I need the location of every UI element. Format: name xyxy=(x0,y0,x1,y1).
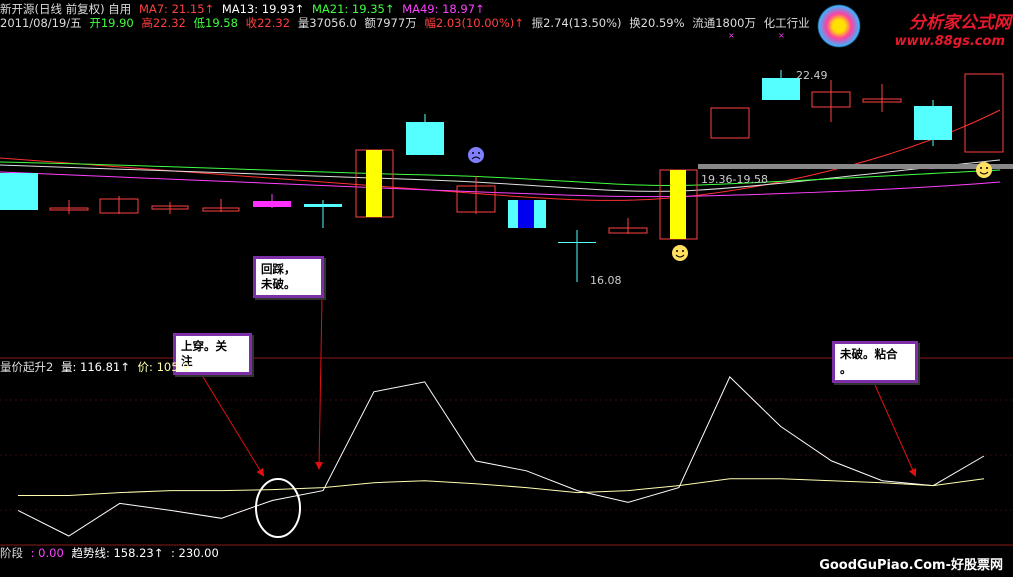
float-label: 流通1800万 xyxy=(692,16,756,30)
smiley-icon xyxy=(976,162,992,178)
price-range-label: 19.36-19.58 xyxy=(701,173,768,186)
change-label: 幅2.03(10.00%)↑ xyxy=(424,16,524,30)
extra-label: : 230.00 xyxy=(171,546,219,560)
stage-value: : 0.00 xyxy=(30,546,64,560)
arrow-2 xyxy=(199,371,265,477)
indicator1-vol: 量: 116.81↑ xyxy=(60,360,130,374)
note-retrace: 回踩， 未破。 xyxy=(253,256,324,298)
sad-face-icon xyxy=(468,147,484,163)
chart-canvas: × × xyxy=(0,31,1013,546)
price-series-line xyxy=(18,478,985,496)
ma13-label: MA13: 19.93↑ xyxy=(221,2,305,16)
note-merge: 未破。粘合 。 xyxy=(832,341,918,383)
low-label: 低19.58 xyxy=(193,16,238,30)
ma49-label: MA49: 18.97↑ xyxy=(402,2,485,16)
high-label: 高22.32 xyxy=(141,16,186,30)
highlight-circle xyxy=(255,478,301,538)
vol-series-line xyxy=(17,376,985,537)
flower-logo-icon xyxy=(817,4,861,48)
logo-text: 分析家公式网 xyxy=(909,13,1011,33)
trend-label: 趋势线: 158.23↑ xyxy=(71,546,164,560)
arrow-1 xyxy=(315,297,324,470)
stage-label: 阶段 xyxy=(0,546,23,560)
price-low-label: 16.08 xyxy=(590,274,622,287)
stock-title: 新开源(日线 前复权) 自用 xyxy=(0,2,132,16)
indicator1-name: 量价起升2 xyxy=(0,360,54,374)
smiley-icon xyxy=(672,245,688,261)
arrow-3 xyxy=(874,384,917,477)
industry-label: 化工行业 xyxy=(763,16,810,30)
turnover-label: 换20.59% xyxy=(629,16,685,30)
volume-label: 量37056.0 xyxy=(297,16,357,30)
amplitude-label: 振2.74(13.50%) xyxy=(531,16,622,30)
purple-marker-icon: × xyxy=(728,31,735,40)
close-label: 收22.32 xyxy=(245,16,291,30)
price-high-label: 22.49 xyxy=(796,69,828,82)
logo-url: www.88gs.com xyxy=(894,34,1005,49)
open-label: 开19.90 xyxy=(89,16,134,30)
indicator1-price: 价: 105.9 xyxy=(137,360,190,374)
date-label: 2011/08/19/五 xyxy=(0,16,82,30)
ma7-label: MA7: 21.15↑ xyxy=(138,2,215,16)
header-row-2: 2011/08/19/五 开19.90 高22.32 低19.58 收22.32… xyxy=(0,15,814,31)
indicator2-row: 阶段 : 0.00 趋势线: 158.23↑ : 230.00 xyxy=(0,545,223,561)
watermark: GoodGuPiao.Com-好股票网 xyxy=(819,558,1003,573)
indicator1-row: 量价起升2 量: 116.81↑ 价: 105.9 xyxy=(0,359,194,375)
amount-label: 额7977万 xyxy=(364,16,417,30)
logo: 分析家公式网 www.88gs.com xyxy=(813,0,1013,55)
ma7-line xyxy=(0,109,1001,201)
ma21-label: MA21: 19.35↑ xyxy=(311,2,395,16)
purple-marker-icon: × xyxy=(778,31,785,40)
